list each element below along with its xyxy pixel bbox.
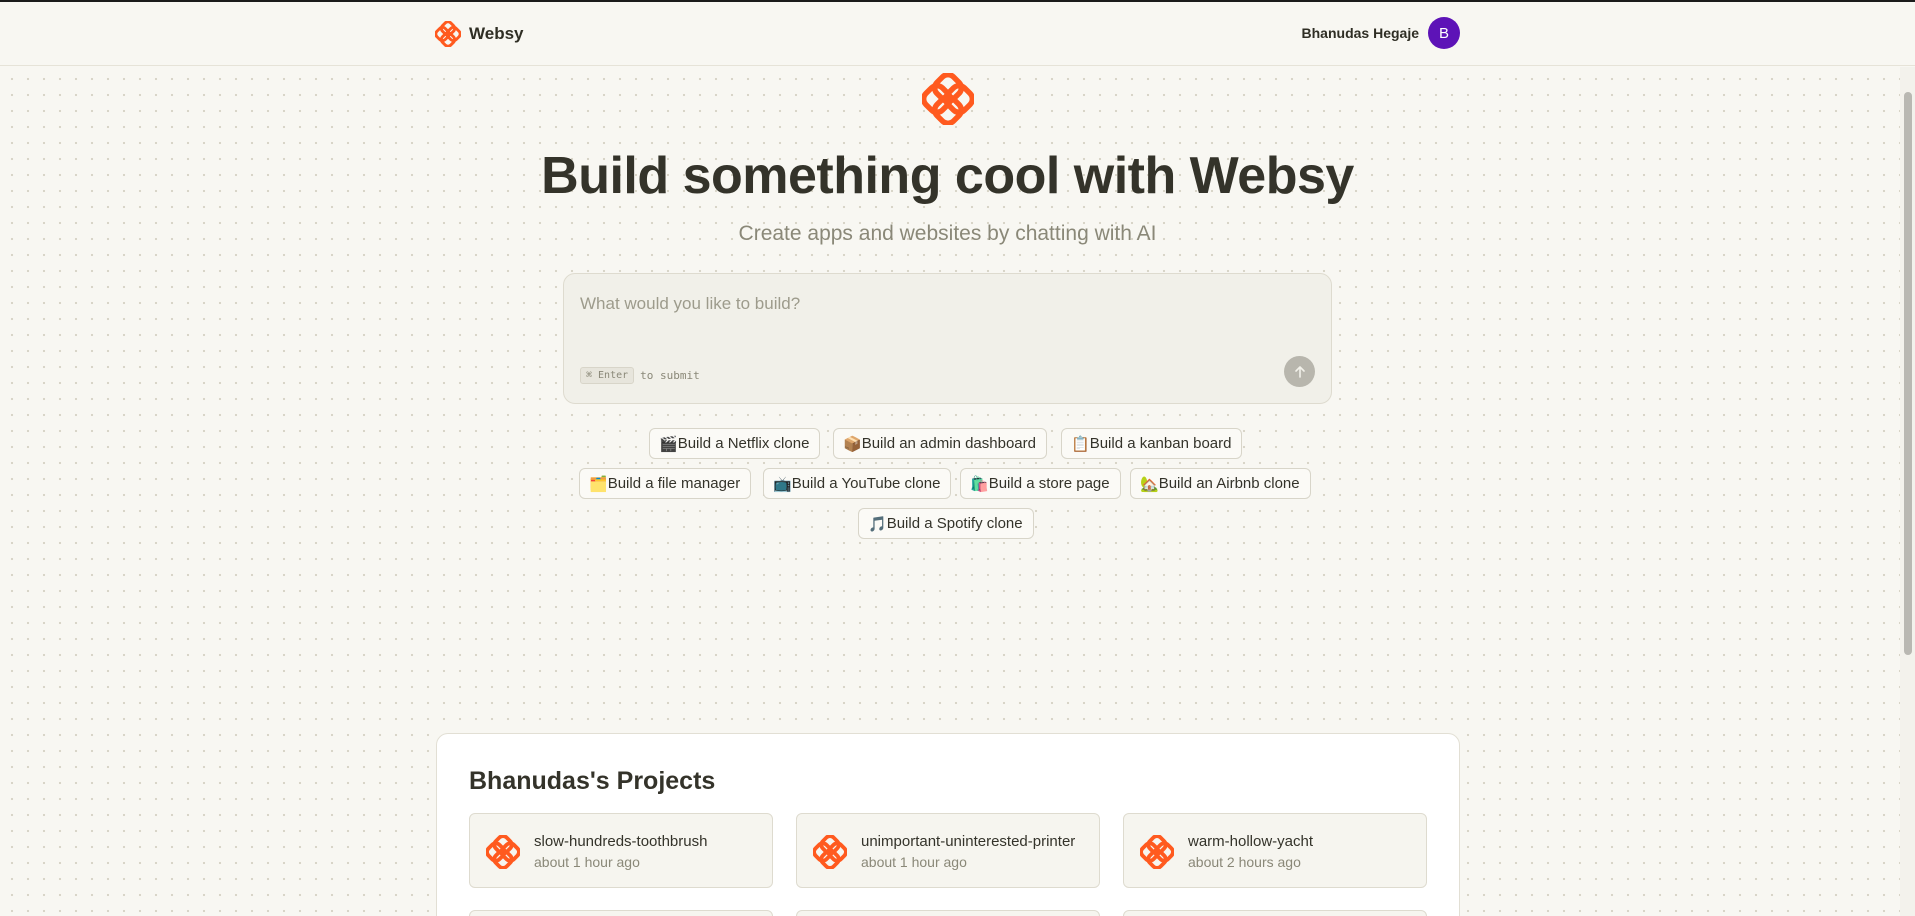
house-icon: 🏡 (1140, 475, 1159, 493)
websy-logo-icon (1140, 835, 1174, 869)
tv-icon: 📺 (773, 475, 792, 493)
avatar[interactable]: B (1428, 17, 1460, 49)
clapperboard-icon: 🎬 (659, 435, 678, 453)
websy-logo-icon (435, 21, 461, 47)
project-card-partial[interactable] (1123, 910, 1427, 916)
folder-icon: 🗂️ (589, 475, 608, 493)
suggestion-label: Build a store page (988, 475, 1110, 492)
suggestion-label: Build a Spotify clone (886, 515, 1023, 532)
arrow-up-icon (1294, 365, 1305, 378)
suggestion-label: Build a Netflix clone (677, 435, 810, 452)
project-name: slow-hundreds-toothbrush (534, 833, 708, 850)
suggestion-spotify-clone[interactable]: 🎵 Build a Spotify clone (858, 508, 1034, 539)
project-time: about 1 hour ago (534, 854, 640, 870)
suggestion-label: Build a kanban board (1089, 435, 1232, 452)
websy-logo-icon (813, 835, 847, 869)
suggestion-label: Build a file manager (607, 475, 741, 492)
scrollbar-thumb[interactable] (1904, 92, 1912, 655)
suggestion-netflix-clone[interactable]: 🎬 Build a Netflix clone (649, 428, 821, 459)
submit-button[interactable] (1284, 356, 1315, 387)
music-note-icon: 🎵 (868, 515, 887, 533)
project-card-partial[interactable] (796, 910, 1100, 916)
project-card[interactable]: unimportant-uninterested-printer about 1… (796, 813, 1100, 888)
suggestion-store-page[interactable]: 🛍️ Build a store page (960, 468, 1121, 499)
hero-title: Build something cool with Websy (541, 147, 1354, 205)
hero-logo-icon (922, 73, 974, 125)
project-card[interactable]: warm-hollow-yacht about 2 hours ago (1123, 813, 1427, 888)
suggestion-youtube-clone[interactable]: 📺 Build a YouTube clone (763, 468, 952, 499)
project-card-partial[interactable] (469, 910, 773, 916)
suggestion-label: Build a YouTube clone (791, 475, 941, 492)
prompt-input[interactable] (580, 294, 1280, 314)
project-time: about 2 hours ago (1188, 854, 1301, 870)
project-time: about 1 hour ago (861, 854, 967, 870)
suggestion-admin-dashboard[interactable]: 📦 Build an admin dashboard (833, 428, 1047, 459)
suggestion-airbnb-clone[interactable]: 🏡 Build an Airbnb clone (1130, 468, 1311, 499)
enter-key-badge: ⌘ Enter (580, 367, 635, 384)
user-menu[interactable]: Bhanudas Hegaje B (1302, 17, 1460, 49)
project-name: unimportant-uninterested-printer (861, 833, 1076, 850)
package-icon: 📦 (843, 435, 862, 453)
submit-hint: ⌘ Enter to submit (580, 367, 700, 384)
projects-title: Bhanudas's Projects (469, 767, 716, 795)
suggestion-kanban-board[interactable]: 📋 Build a kanban board (1061, 428, 1243, 459)
brand-link[interactable]: Websy (435, 21, 524, 47)
shopping-bags-icon: 🛍️ (970, 475, 989, 493)
suggestion-label: Build an Airbnb clone (1158, 475, 1300, 492)
user-name: Bhanudas Hegaje (1301, 25, 1419, 41)
clipboard-icon: 📋 (1071, 435, 1090, 453)
hero-subtitle: Create apps and websites by chatting wit… (738, 222, 1157, 245)
prompt-box: ⌘ Enter to submit (563, 273, 1332, 404)
top-navbar: Websy Bhanudas Hegaje B (0, 2, 1915, 66)
project-name: warm-hollow-yacht (1188, 833, 1314, 850)
suggestion-file-manager[interactable]: 🗂️ Build a file manager (579, 468, 752, 499)
suggestion-label: Build an admin dashboard (861, 435, 1036, 452)
projects-panel: Bhanudas's Projects slow-hundreds-toothb… (436, 733, 1460, 916)
project-card[interactable]: slow-hundreds-toothbrush about 1 hour ag… (469, 813, 773, 888)
submit-hint-text: to submit (640, 369, 700, 382)
brand-name: Websy (469, 24, 524, 43)
websy-logo-icon (486, 835, 520, 869)
